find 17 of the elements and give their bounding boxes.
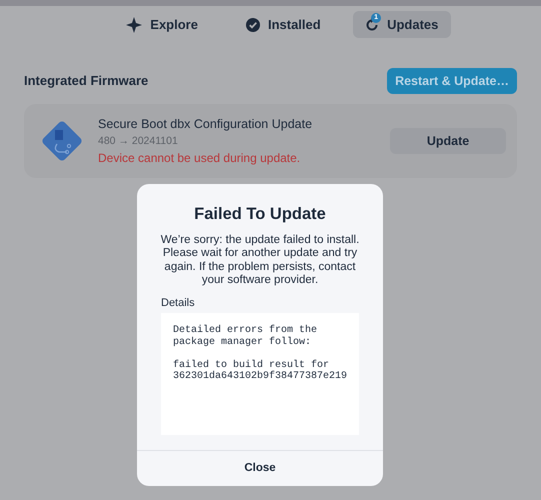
check-circle-icon — [246, 18, 260, 32]
tab[interactable]: Explore — [110, 11, 214, 38]
sparkle-icon — [126, 16, 142, 32]
details-label: Details — [161, 296, 196, 311]
section-title: Integrated Firmware — [24, 72, 148, 90]
warning-text: Device cannot be used during update. — [98, 150, 302, 168]
error-text: 362301da643102b9f38477387e219 — [173, 371, 348, 383]
update-button[interactable]: Update — [390, 128, 506, 154]
version-text: 480 → 20241101 — [98, 134, 179, 148]
dialog-message: We’re sorry: the update failed to install. Please wait for another update and try again. If the problem persists, contact your software provider. — [160, 234, 360, 288]
error-text: Detailed errors from the — [173, 325, 318, 336]
dialog-title: Failed To Update — [193, 204, 327, 225]
tab[interactable]: Installed — [230, 11, 337, 38]
close-button[interactable]: Close — [137, 451, 383, 486]
firmware-name: Secure Boot dbx Configuration Update — [98, 116, 314, 133]
error-text: failed to build result for — [173, 360, 330, 371]
error-text: package manager follow: — [173, 336, 312, 348]
